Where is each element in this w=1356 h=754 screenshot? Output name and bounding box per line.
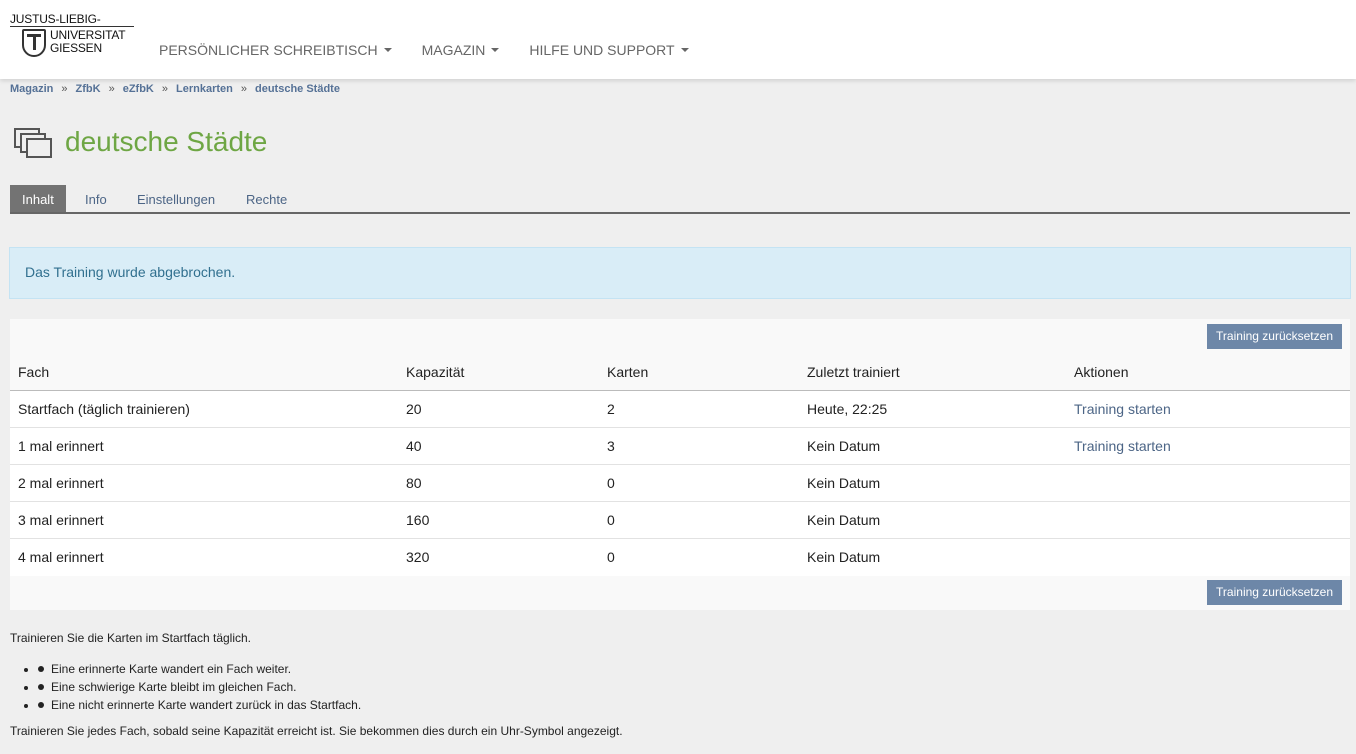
breadcrumb-current[interactable]: deutsche Städte	[255, 83, 340, 95]
top-bar: JUSTUS-LIEBIG- UNIVERSITAT GIESSEN PERSÖ…	[0, 0, 1356, 79]
shield-icon	[22, 29, 46, 57]
cell-karten: 3	[607, 438, 615, 454]
help-bullet: Eine schwierige Karte bleibt im gleichen…	[38, 678, 361, 696]
help-bullet: Eine erinnerte Karte wandert ein Fach we…	[38, 660, 361, 678]
start-training-link[interactable]: Training starten	[1074, 428, 1171, 465]
chevron-down-icon	[680, 48, 689, 53]
breadcrumb-separator: »	[161, 83, 168, 95]
nav-magazin[interactable]: MAGAZIN	[422, 42, 500, 58]
cell-karten: 0	[607, 549, 615, 565]
training-panel: Training zurücksetzen Fach Kapazität Kar…	[10, 319, 1350, 610]
start-training-link[interactable]: Training starten	[1074, 391, 1171, 428]
column-header-karten: Karten	[607, 364, 649, 380]
reset-training-button-top[interactable]: Training zurücksetzen	[1207, 324, 1342, 349]
table-row: Startfach (täglich trainieren) 20 2 Heut…	[10, 391, 1350, 428]
cell-kapazitaet: 40	[406, 438, 422, 454]
table-row: 1 mal erinnert 40 3 Kein Datum Training …	[10, 428, 1350, 465]
cell-zuletzt: Kein Datum	[807, 549, 881, 565]
cell-karten: 0	[607, 512, 615, 528]
cell-fach: Startfach (täglich trainieren)	[18, 401, 190, 417]
chevron-down-icon	[383, 48, 392, 53]
nav-label: HILFE UND SUPPORT	[529, 42, 675, 58]
cell-fach: 1 mal erinnert	[18, 438, 104, 454]
info-message: Das Training wurde abgebrochen.	[9, 247, 1351, 299]
column-header-aktionen: Aktionen	[1074, 364, 1129, 380]
tab-info[interactable]: Info	[73, 185, 119, 212]
cell-zuletzt: Kein Datum	[807, 512, 881, 528]
column-header-zuletzt: Zuletzt trainiert	[807, 364, 900, 380]
cell-kapazitaet: 320	[406, 549, 430, 565]
tab-einstellungen[interactable]: Einstellungen	[125, 185, 227, 212]
column-header-fach: Fach	[18, 364, 50, 380]
cell-kapazitaet: 20	[406, 401, 422, 417]
table-row: 2 mal erinnert 80 0 Kein Datum	[10, 465, 1350, 502]
nav-help-support[interactable]: HILFE UND SUPPORT	[529, 42, 689, 58]
breadcrumb-separator: »	[108, 83, 115, 95]
cell-kapazitaet: 160	[406, 512, 430, 528]
help-outro: Trainieren Sie jedes Fach, sobald seine …	[10, 724, 623, 738]
main-nav: PERSÖNLICHER SCHREIBTISCH MAGAZIN HILFE …	[159, 42, 719, 58]
card-shape	[26, 138, 52, 158]
page-title: deutsche Städte	[65, 126, 268, 157]
column-header-kapazitaet: Kapazität	[406, 364, 465, 380]
cell-kapazitaet: 80	[406, 475, 422, 491]
cell-zuletzt: Kein Datum	[807, 475, 881, 491]
nav-label: PERSÖNLICHER SCHREIBTISCH	[159, 42, 378, 58]
reset-training-button-bottom[interactable]: Training zurücksetzen	[1207, 580, 1342, 605]
table-row: 4 mal erinnert 320 0 Kein Datum	[10, 539, 1350, 576]
cell-zuletzt: Heute, 22:25	[807, 401, 888, 417]
tab-rechte[interactable]: Rechte	[234, 185, 299, 212]
help-bullet-list: Eine erinnerte Karte wandert ein Fach we…	[38, 660, 361, 714]
cell-fach: 4 mal erinnert	[18, 549, 104, 565]
breadcrumb-zfbk[interactable]: ZfbK	[76, 83, 101, 95]
university-logo[interactable]: JUSTUS-LIEBIG- UNIVERSITAT GIESSEN	[10, 12, 136, 62]
logo-text-line3: GIESSEN	[50, 41, 102, 55]
boxes-table: Fach Kapazität Karten Zuletzt trainiert …	[10, 354, 1350, 576]
cell-karten: 2	[607, 401, 615, 417]
breadcrumb-lernkarten[interactable]: Lernkarten	[176, 83, 233, 95]
cell-karten: 0	[607, 475, 615, 491]
help-bullet: Eine nicht erinnerte Karte wandert zurüc…	[38, 696, 361, 714]
flashcards-icon	[14, 128, 54, 160]
breadcrumb-magazin[interactable]: Magazin	[10, 83, 53, 95]
breadcrumb-ezfbk[interactable]: eZfbK	[123, 83, 154, 95]
tab-bar: Inhalt Info Einstellungen Rechte	[10, 185, 1350, 214]
cell-fach: 3 mal erinnert	[18, 512, 104, 528]
breadcrumb-separator: »	[240, 83, 247, 95]
help-intro: Trainieren Sie die Karten im Startfach t…	[10, 631, 252, 645]
cell-fach: 2 mal erinnert	[18, 475, 104, 491]
table-row: 3 mal erinnert 160 0 Kein Datum	[10, 502, 1350, 539]
cell-zuletzt: Kein Datum	[807, 438, 881, 454]
tab-inhalt[interactable]: Inhalt	[10, 185, 66, 212]
table-header: Fach Kapazität Karten Zuletzt trainiert …	[10, 354, 1350, 391]
breadcrumb-separator: »	[61, 83, 68, 95]
logo-text-line1: JUSTUS-LIEBIG-	[10, 12, 101, 26]
chevron-down-icon	[491, 48, 500, 53]
nav-label: MAGAZIN	[421, 42, 486, 58]
nav-personal-desktop[interactable]: PERSÖNLICHER SCHREIBTISCH	[159, 42, 392, 58]
logo-rule	[10, 26, 134, 27]
logo-text-line2: UNIVERSITAT	[50, 28, 126, 42]
breadcrumb: Magazin » ZfbK » eZfbK » Lernkarten » deutsche S…	[10, 83, 340, 95]
